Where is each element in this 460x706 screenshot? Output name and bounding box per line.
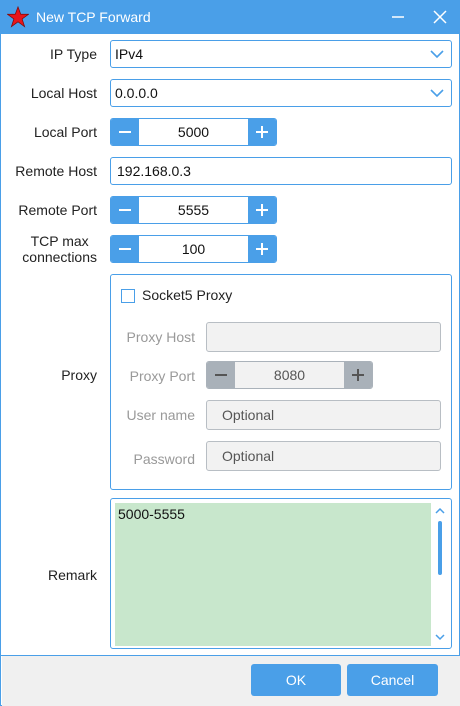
chevron-down-icon (435, 634, 445, 641)
proxy-host-label: Proxy Host (126, 329, 195, 345)
tcp-max-label-line1: TCP max (30, 233, 89, 249)
scrollbar-thumb[interactable] (438, 521, 442, 575)
proxy-host-input (206, 322, 441, 352)
ok-button[interactable]: OK (251, 664, 341, 696)
proxy-port-stepper: 8080 (206, 361, 373, 389)
proxy-port-increment-button (344, 362, 372, 388)
proxy-port-label: Proxy Port (129, 368, 195, 384)
tcp-forward-dialog: New TCP Forward IP Type IPv4 Local Host … (0, 0, 460, 706)
remote-port-increment-button[interactable] (248, 197, 276, 223)
minus-icon (215, 374, 227, 376)
remote-host-input[interactable]: 192.168.0.3 (110, 157, 452, 185)
tcp-max-connections-stepper[interactable]: 100 (110, 235, 277, 263)
scroll-up-button[interactable] (433, 505, 447, 517)
minus-icon (119, 209, 131, 211)
minus-icon (119, 131, 131, 133)
local-host-select[interactable]: 0.0.0.0 (110, 79, 452, 107)
remote-port-decrement-button[interactable] (111, 197, 139, 223)
minus-icon (119, 248, 131, 250)
close-button[interactable] (427, 5, 453, 29)
proxy-port-decrement-button (207, 362, 235, 388)
tcp-max-increment-button[interactable] (248, 236, 276, 262)
tcp-max-connections-label: TCP max connections (22, 233, 97, 265)
remark-label: Remark (47, 567, 97, 583)
proxy-label: Proxy (61, 367, 97, 383)
proxy-group: Socket5 Proxy Proxy Host Proxy Port 8080… (110, 274, 452, 490)
local-host-label: Local Host (30, 85, 97, 101)
remark-textarea[interactable]: 5000-5555 (110, 498, 452, 649)
remark-text[interactable]: 5000-5555 (115, 503, 431, 646)
tcp-max-value[interactable]: 100 (139, 236, 248, 262)
title-bar[interactable]: New TCP Forward (1, 1, 460, 34)
socket5-proxy-checkbox[interactable] (121, 289, 135, 303)
password-placeholder: Optional (222, 448, 275, 464)
proxy-port-value: 8080 (235, 362, 344, 388)
ip-type-label: IP Type (50, 46, 97, 62)
local-host-value: 0.0.0.0 (115, 85, 158, 101)
password-label: Password (133, 451, 195, 467)
chevron-up-icon (435, 507, 445, 514)
scroll-down-button[interactable] (433, 631, 447, 643)
cancel-button[interactable]: Cancel (347, 664, 438, 696)
plus-icon (352, 369, 364, 381)
remote-host-value: 192.168.0.3 (117, 163, 191, 179)
remote-port-stepper[interactable]: 5555 (110, 196, 277, 224)
minimize-button[interactable] (385, 5, 411, 29)
chevron-down-icon[interactable] (429, 46, 445, 62)
ip-type-value: IPv4 (115, 46, 144, 62)
local-port-increment-button[interactable] (248, 119, 276, 145)
local-port-stepper[interactable]: 5000 (110, 118, 277, 146)
local-port-decrement-button[interactable] (111, 119, 139, 145)
remote-port-label: Remote Port (18, 202, 97, 218)
ip-type-select[interactable]: IPv4 (110, 40, 452, 68)
tcp-max-decrement-button[interactable] (111, 236, 139, 262)
username-placeholder: Optional (222, 407, 275, 423)
plus-icon (256, 204, 268, 216)
local-port-value[interactable]: 5000 (139, 119, 248, 145)
tcp-max-label-line2: connections (22, 249, 97, 265)
username-input: Optional (206, 400, 441, 430)
red-star-icon (7, 6, 29, 28)
socket5-proxy-label[interactable]: Socket5 Proxy (142, 287, 232, 303)
plus-icon (256, 126, 268, 138)
remote-port-value[interactable]: 5555 (139, 197, 248, 223)
password-input: Optional (206, 441, 441, 471)
username-label: User name (126, 407, 195, 423)
remote-host-label: Remote Host (15, 163, 97, 179)
minimize-icon (392, 16, 404, 18)
close-icon (433, 10, 447, 24)
window-title: New TCP Forward (36, 9, 151, 25)
plus-icon (256, 243, 268, 255)
chevron-down-icon[interactable] (429, 85, 445, 101)
local-port-label: Local Port (33, 124, 97, 140)
